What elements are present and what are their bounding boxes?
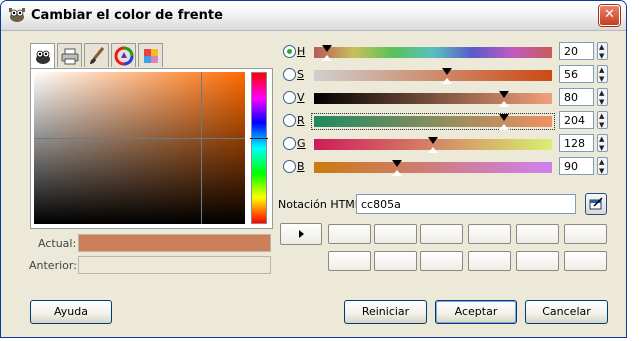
- eyedropper-icon: [589, 197, 603, 210]
- channel-slider-r[interactable]: [311, 113, 555, 130]
- history-color-1[interactable]: [328, 224, 371, 244]
- channel-spinner-v[interactable]: ▲ ▼: [597, 88, 608, 106]
- channel-radio-v[interactable]: [283, 91, 296, 104]
- history-color-3[interactable]: [420, 224, 463, 244]
- channel-label-b: B: [297, 160, 305, 173]
- channel-value-h[interactable]: 20: [559, 42, 594, 60]
- current-color-label: Actual:: [38, 237, 77, 250]
- slider-marker-r[interactable]: [499, 114, 510, 121]
- channel-radio-h[interactable]: [283, 45, 296, 58]
- history-color-11[interactable]: [516, 251, 559, 271]
- channel-value-b[interactable]: 90: [559, 157, 594, 175]
- slider-marker-s[interactable]: [442, 68, 453, 75]
- previous-color-swatch: [78, 256, 271, 274]
- history-color-5[interactable]: [516, 224, 559, 244]
- slider-marker-base-b: [392, 170, 403, 176]
- history-color-10[interactable]: [468, 251, 511, 271]
- channel-label-r: R: [297, 114, 305, 127]
- slider-marker-g[interactable]: [428, 137, 438, 144]
- hue-strip-marker: [250, 138, 268, 139]
- channel-row-g: G 128 ▲ ▼: [283, 134, 626, 154]
- channel-label-g: G: [297, 137, 306, 150]
- channel-radio-b[interactable]: [283, 160, 296, 173]
- history-color-6[interactable]: [564, 224, 607, 244]
- slider-marker-base-v: [499, 101, 510, 107]
- history-color-7[interactable]: [328, 251, 371, 271]
- slider-marker-base-h: [322, 55, 333, 61]
- channel-row-v: V 80 ▲ ▼: [283, 88, 626, 108]
- color-dialog-window: Cambiar el color de frente ✕ Actual: Ant…: [0, 0, 627, 338]
- tab-wheel-selector[interactable]: [111, 43, 136, 67]
- slider-marker-base-s: [442, 78, 453, 84]
- channel-radio-r[interactable]: [283, 114, 296, 127]
- channel-radio-g[interactable]: [283, 137, 296, 150]
- close-button[interactable]: ✕: [599, 5, 620, 26]
- channel-label-v: V: [297, 91, 305, 104]
- channel-row-s: S 56 ▲ ▼: [283, 65, 626, 85]
- tab-palette-selector[interactable]: [138, 43, 163, 67]
- channel-spinner-r[interactable]: ▲ ▼: [597, 111, 608, 129]
- add-to-history-button[interactable]: [280, 223, 322, 245]
- channel-spinner-b[interactable]: ▲ ▼: [597, 157, 608, 175]
- slider-marker-h[interactable]: [322, 45, 333, 52]
- brush-icon: [90, 47, 105, 64]
- history-color-2[interactable]: [374, 224, 417, 244]
- html-notation-label: Notación HTML:: [278, 198, 365, 211]
- window-title: Cambiar el color de frente: [31, 8, 223, 23]
- title-bar[interactable]: Cambiar el color de frente ✕: [1, 1, 626, 31]
- tab-gimp-selector[interactable]: [30, 43, 55, 70]
- close-icon: ✕: [604, 7, 615, 22]
- crosshair-vertical: [201, 72, 202, 224]
- tab-brush-selector[interactable]: [84, 43, 109, 67]
- channel-value-r[interactable]: 204: [559, 111, 594, 129]
- palette-icon: [144, 49, 158, 63]
- slider-marker-b[interactable]: [392, 160, 403, 167]
- printer-icon: [61, 48, 79, 65]
- previous-color-label: Anterior:: [29, 259, 77, 272]
- channel-value-g[interactable]: 128: [559, 134, 594, 152]
- channel-label-s: S: [297, 68, 304, 81]
- channel-slider-v[interactable]: [314, 91, 552, 107]
- channel-slider-s[interactable]: [314, 68, 552, 84]
- cancel-button[interactable]: Cancelar: [525, 300, 608, 324]
- channel-label-h: H: [297, 45, 306, 58]
- channel-radio-s[interactable]: [283, 68, 296, 81]
- channel-value-v[interactable]: 80: [559, 88, 594, 106]
- channel-row-b: B 90 ▲ ▼: [283, 157, 626, 177]
- history-color-9[interactable]: [420, 251, 463, 271]
- color-picker-button[interactable]: [585, 193, 607, 215]
- gimp-wilber-icon: [9, 8, 25, 22]
- hue-strip[interactable]: [251, 72, 267, 224]
- channel-row-h: H 20 ▲ ▼: [283, 42, 626, 62]
- channel-value-s[interactable]: 56: [559, 65, 594, 83]
- color-wheel-icon: [114, 46, 134, 66]
- channel-spinner-g[interactable]: ▲ ▼: [597, 134, 608, 152]
- history-color-8[interactable]: [374, 251, 417, 271]
- slider-marker-base-g: [428, 147, 438, 153]
- channel-row-r: R 204 ▲ ▼: [283, 111, 626, 131]
- ok-button[interactable]: Aceptar: [435, 300, 517, 324]
- gimp-wilber-icon: [36, 50, 50, 64]
- history-color-12[interactable]: [564, 251, 607, 271]
- channel-slider-b[interactable]: [314, 160, 552, 176]
- channel-spinner-h[interactable]: ▲ ▼: [597, 42, 608, 60]
- crosshair-horizontal: [34, 138, 245, 139]
- reset-button[interactable]: Reiniciar: [344, 300, 427, 324]
- current-color-swatch: [78, 234, 271, 252]
- channel-slider-g[interactable]: [314, 137, 552, 153]
- saturation-value-area[interactable]: [34, 72, 245, 224]
- channel-slider-h[interactable]: [314, 45, 552, 61]
- html-notation-input[interactable]: cc805a: [356, 194, 576, 214]
- help-button[interactable]: Ayuda: [30, 300, 112, 324]
- slider-marker-v[interactable]: [499, 91, 510, 98]
- history-color-4[interactable]: [468, 224, 511, 244]
- slider-marker-base-r: [499, 124, 510, 130]
- tab-cmyk-selector[interactable]: [57, 43, 82, 67]
- channel-spinner-s[interactable]: ▲ ▼: [597, 65, 608, 83]
